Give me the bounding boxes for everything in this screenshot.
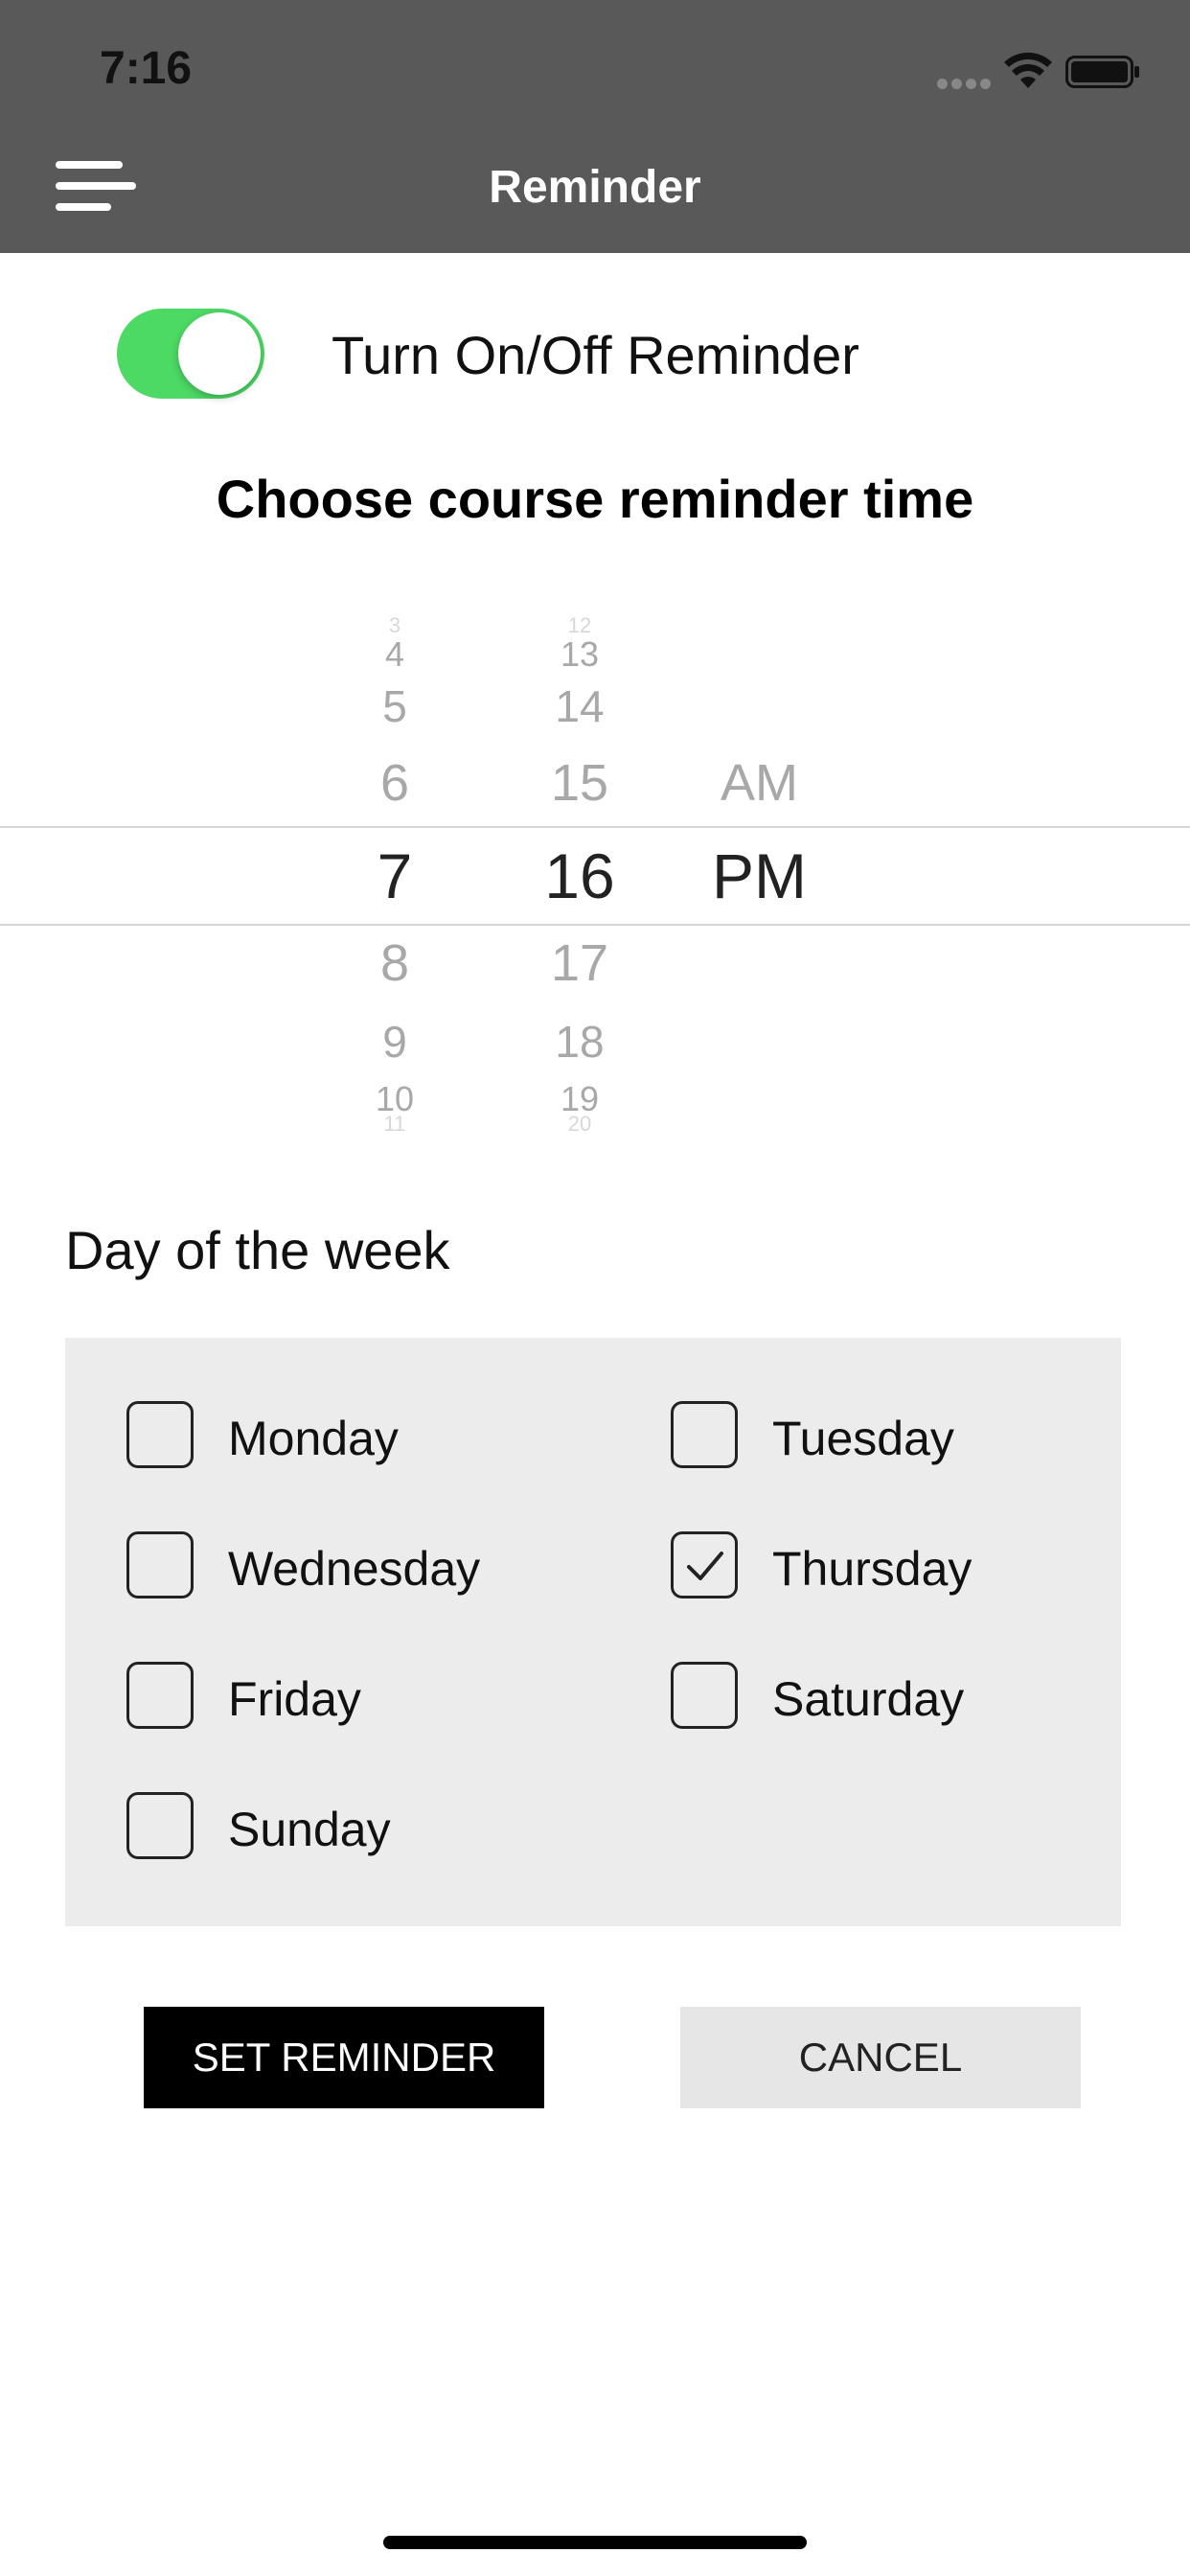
checkbox[interactable] (126, 1531, 194, 1598)
wifi-icon (1004, 52, 1052, 88)
checkbox[interactable] (126, 1792, 194, 1859)
picker-hour-selected: 7 (377, 840, 413, 911)
picker-divider-bottom (0, 924, 1190, 926)
page-title: Reminder (489, 162, 701, 213)
time-picker[interactable]: 3 4 5 6 7 8 9 10 11 12 13 14 15 16 17 18… (0, 613, 1190, 1136)
checkbox[interactable] (126, 1401, 194, 1468)
time-heading: Choose course reminder time (216, 469, 974, 529)
day-label: Monday (228, 1412, 399, 1465)
cancel-button[interactable]: CANCEL (680, 2007, 1081, 2108)
checkmark-icon (687, 1552, 723, 1580)
set-reminder-button[interactable]: SET REMINDER (144, 2007, 544, 2108)
picker-meridiem-option: AM (721, 754, 798, 812)
day-label: Sunday (228, 1803, 391, 1856)
picker-minute-option: 18 (555, 1017, 605, 1067)
reminder-screen: 7:16 Reminder Turn On/Off Reminder Choos… (0, 0, 1190, 2576)
picker-minute-option: 20 (567, 1112, 592, 1136)
home-indicator[interactable] (383, 2536, 807, 2549)
checkbox[interactable] (671, 1401, 738, 1468)
toggle-knob (178, 312, 261, 395)
app-header: 7:16 Reminder (0, 0, 1190, 253)
picker-meridiem-selected: PM (712, 840, 807, 911)
day-label: Thursday (772, 1542, 973, 1596)
picker-hour-option: 6 (379, 754, 410, 812)
day-label: Saturday (772, 1672, 965, 1726)
picker-hour-option: 4 (384, 634, 405, 674)
status-time: 7:16 (100, 43, 193, 94)
checkbox-checked[interactable] (671, 1531, 738, 1598)
picker-minute-option: 15 (550, 754, 609, 812)
picker-hour-option: 9 (382, 1017, 407, 1067)
picker-hour-option: 11 (383, 1112, 406, 1136)
day-label: Wednesday (228, 1542, 481, 1596)
picker-minute-option: 13 (560, 634, 600, 674)
toggle-label: Turn On/Off Reminder (332, 325, 859, 385)
picker-minute-option: 17 (550, 934, 609, 992)
picker-divider-top (0, 826, 1190, 828)
picker-minute-selected: 16 (544, 840, 615, 911)
days-panel: Monday Tuesday Wednesday Thursday Friday… (65, 1338, 1121, 1926)
days-label: Day of the week (65, 1220, 450, 1280)
reminder-toggle[interactable] (117, 309, 264, 399)
day-label: Friday (228, 1672, 361, 1726)
picker-hour-option: 8 (379, 934, 410, 992)
day-label: Tuesday (772, 1412, 954, 1465)
picker-minute-option: 14 (555, 681, 605, 731)
checkbox[interactable] (671, 1662, 738, 1729)
picker-hour-option: 5 (382, 681, 407, 731)
checkbox[interactable] (126, 1662, 194, 1729)
cellular-signal-icon (937, 77, 995, 89)
battery-icon (1065, 56, 1139, 88)
